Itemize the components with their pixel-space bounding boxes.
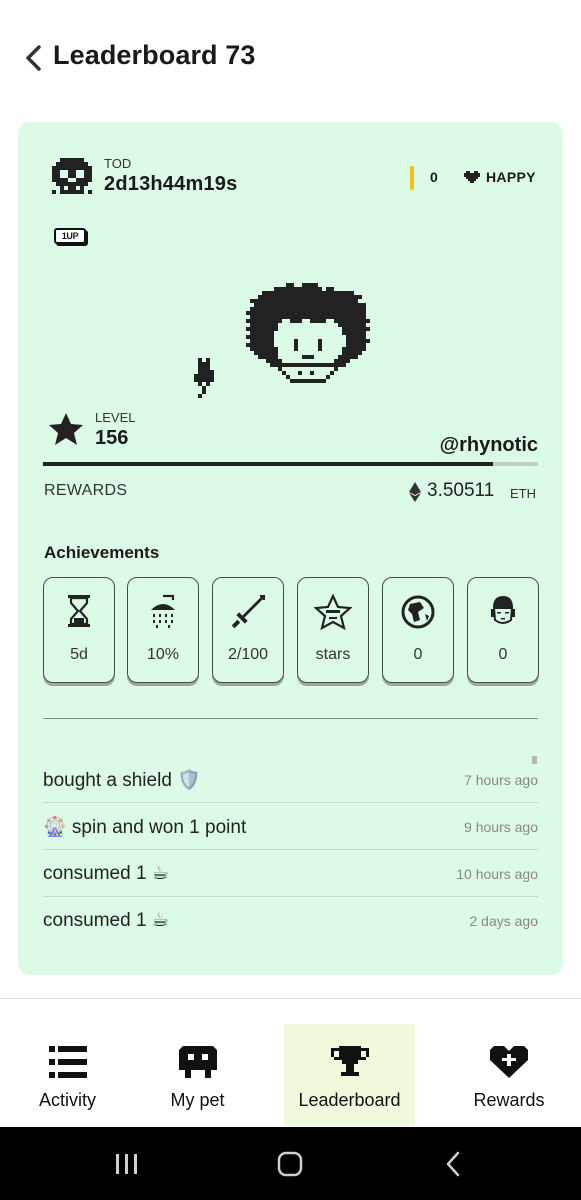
rewards-label: REWARDS [44, 482, 128, 499]
skull-icon [52, 158, 92, 203]
status-divider [410, 166, 414, 190]
pet-profile-card: TOD 2d13h44m19s 0 HAPPY 1UP LEVEL 156 @r… [18, 122, 563, 975]
nav-tab-rewards[interactable]: Rewards [440, 1024, 578, 1126]
globe-icon [383, 594, 453, 630]
achievement-hygiene[interactable]: 10% [127, 577, 199, 683]
app-header: Leaderboard 73 [0, 0, 581, 118]
star-face-icon [298, 594, 368, 630]
system-back-button[interactable] [428, 1147, 478, 1181]
pet-icon [135, 1046, 260, 1078]
level-progress-bar [43, 462, 538, 466]
recents-button[interactable] [102, 1147, 152, 1181]
owner-handle[interactable]: @rhynotic [440, 434, 538, 457]
home-button[interactable] [265, 1147, 315, 1181]
list-icon [0, 1046, 135, 1078]
activity-text: consumed 1 ☕ [43, 863, 169, 884]
nav-label: Activity [38, 1090, 96, 1110]
nav-tab-leaderboard[interactable]: Leaderboard [284, 1024, 415, 1126]
rewards-value: 3.50511 [427, 480, 495, 501]
achievement-world[interactable]: 0 [382, 577, 454, 683]
nav-label: My pet [170, 1090, 225, 1110]
page-title: Leaderboard 73 [53, 40, 256, 70]
achievement-value: 2/100 [227, 646, 269, 663]
activity-time: 10 hours ago [456, 866, 538, 882]
bottom-navigation: Activity My pet Leaderboard Rewards [0, 999, 581, 1127]
back-button[interactable] [20, 42, 46, 74]
level-value: 156 [95, 427, 129, 449]
buddha-icon [468, 594, 538, 630]
activity-text: 🎡 spin and won 1 point [43, 817, 247, 838]
star-icon [48, 412, 84, 451]
achievements-title: Achievements [44, 543, 160, 562]
level-progress-fill [43, 462, 494, 466]
trophy-icon [284, 1046, 415, 1080]
achievement-zen[interactable]: 0 [467, 577, 539, 683]
heart-icon [464, 171, 480, 190]
oneup-badge: 1UP [54, 228, 86, 244]
activity-text: consumed 1 ☕ [43, 910, 169, 931]
back-icon [446, 1151, 460, 1177]
list-item: consumed 1 ☕ 2 days ago [43, 897, 538, 944]
activity-time: 2 days ago [469, 913, 539, 929]
status-count: 0 [430, 169, 438, 185]
rewards-unit: ETH [510, 486, 536, 501]
list-item: consumed 1 ☕ 10 hours ago [43, 850, 538, 897]
achievement-stars[interactable]: stars [297, 577, 369, 683]
nav-label: Rewards [473, 1090, 545, 1110]
recents-icon [116, 1154, 137, 1174]
mood-label: HAPPY [486, 169, 536, 185]
nav-tab-my-pet[interactable]: My pet [135, 1024, 260, 1126]
achievement-value: 5d [70, 646, 88, 663]
tod-countdown: 2d13h44m19s [104, 173, 238, 195]
ethereum-icon [409, 482, 421, 507]
activity-text: bought a shield 🛡️ [43, 770, 201, 791]
activity-time: 9 hours ago [464, 819, 538, 835]
chevron-left-icon [26, 45, 41, 71]
gift-heart-icon [440, 1046, 578, 1078]
tod-label: TOD [104, 156, 132, 171]
list-item: bought a shield 🛡️ 7 hours ago [43, 756, 538, 803]
activity-list: bought a shield 🛡️ 7 hours ago 🎡 spin an… [43, 756, 538, 944]
achievement-value: 0 [498, 646, 508, 663]
activity-time: 7 hours ago [464, 772, 538, 788]
hourglass-icon [44, 594, 114, 628]
sword-icon [213, 594, 283, 630]
cat-companion-icon [194, 358, 214, 403]
section-divider [43, 718, 538, 719]
home-icon [277, 1151, 303, 1177]
achievement-battles[interactable]: 2/100 [212, 577, 284, 683]
achievement-value: 10% [146, 646, 180, 663]
achievement-value: stars [315, 646, 351, 663]
achievements-row: 5d 10% 2/100 stars 0 0 [43, 577, 539, 683]
level-label: LEVEL [95, 410, 136, 425]
nav-tab-activity[interactable]: Activity [0, 1024, 135, 1126]
shower-icon [128, 594, 198, 630]
list-item: 🎡 spin and won 1 point 9 hours ago [43, 803, 538, 850]
pet-pixel-art [246, 282, 370, 405]
achievement-value: 0 [413, 646, 423, 663]
nav-label: Leaderboard [298, 1090, 401, 1110]
system-navigation-bar [0, 1127, 581, 1200]
achievement-time[interactable]: 5d [43, 577, 115, 683]
